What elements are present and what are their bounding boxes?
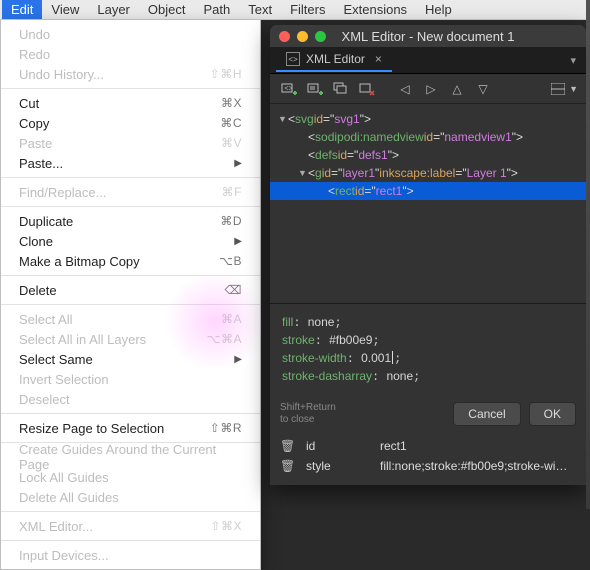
menu-separator (1, 304, 260, 305)
svg-text:<>: <> (285, 85, 293, 92)
xml-tab-icon: <> (286, 52, 300, 66)
right-toolbox-stripe (586, 0, 590, 509)
menu-item-paste: Paste⌘V (1, 133, 260, 153)
menu-item-paste[interactable]: Paste...▶ (1, 153, 260, 173)
menu-item-redo: Redo (1, 44, 260, 64)
menu-separator (1, 88, 260, 89)
menu-item-lock-all-guides: Lock All Guides (1, 467, 260, 487)
unindent-node-button[interactable]: ◁ (394, 79, 416, 99)
menu-item-delete[interactable]: Delete⌫ (1, 280, 260, 300)
menubar-item-path[interactable]: Path (194, 0, 239, 19)
new-text-node-button[interactable] (304, 79, 326, 99)
move-node-up-button[interactable]: △ (446, 79, 468, 99)
xml-toolbar: <> ◁ ▷ △ ▽ ▼ (270, 74, 586, 104)
menubar-item-text[interactable]: Text (239, 0, 281, 19)
style-editor[interactable]: fill: none; stroke: #fb00e9; stroke-widt… (270, 304, 586, 396)
menubar-item-help[interactable]: Help (416, 0, 461, 19)
xml-node-defs[interactable]: <defs id="defs1"> (270, 146, 586, 164)
indent-node-button[interactable]: ▷ (420, 79, 442, 99)
trash-icon[interactable]: 🗑 (280, 459, 292, 473)
xml-node-sodipodi-namedview[interactable]: <sodipodi:namedview id="namedview1"> (270, 128, 586, 146)
xml-tab[interactable]: <> XML Editor × (276, 48, 392, 72)
menu-separator (1, 413, 260, 414)
editor-hint: Shift+Returnto close (280, 402, 336, 426)
menu-item-cut[interactable]: Cut⌘X (1, 93, 260, 113)
menu-item-find-replace: Find/Replace...⌘F (1, 182, 260, 202)
window-title: XML Editor - New document 1 (270, 29, 586, 44)
xml-node-svg[interactable]: ▼<svg id="svg1"> (270, 110, 586, 128)
menu-item-deselect: Deselect (1, 389, 260, 409)
trash-icon[interactable]: 🗑 (280, 439, 292, 453)
menu-item-select-all-in-all-layers: Select All in All Layers⌥⌘A (1, 329, 260, 349)
xml-editor-window: XML Editor - New document 1 <> XML Edito… (270, 25, 586, 485)
menu-item-undo: Undo (1, 24, 260, 44)
menu-separator (1, 177, 260, 178)
menu-item-select-same[interactable]: Select Same▶ (1, 349, 260, 369)
menu-item-invert-selection: Invert Selection (1, 369, 260, 389)
menu-item-xml-editor: XML Editor...⇧⌘X (1, 516, 260, 536)
edit-menu: UndoRedoUndo History...⇧⌘HCut⌘XCopy⌘CPas… (0, 20, 261, 570)
menubar: EditViewLayerObjectPathTextFiltersExtens… (0, 0, 590, 20)
duplicate-node-button[interactable] (330, 79, 352, 99)
menu-item-create-guides-around-the-current-page: Create Guides Around the Current Page (1, 447, 260, 467)
menu-item-input-devices: Input Devices... (1, 545, 260, 565)
menu-item-make-a-bitmap-copy[interactable]: Make a Bitmap Copy⌥B (1, 251, 260, 271)
menu-item-undo-history: Undo History...⇧⌘H (1, 64, 260, 84)
layout-dropdown[interactable]: ▼ (551, 83, 578, 95)
new-element-node-button[interactable]: <> (278, 79, 300, 99)
menubar-item-extensions[interactable]: Extensions (334, 0, 416, 19)
menubar-item-object[interactable]: Object (139, 0, 195, 19)
menubar-item-layer[interactable]: Layer (88, 0, 139, 19)
menu-item-delete-all-guides: Delete All Guides (1, 487, 260, 507)
menubar-item-edit[interactable]: Edit (2, 0, 42, 19)
xml-tab-label: XML Editor (306, 52, 365, 66)
cancel-button[interactable]: Cancel (453, 402, 520, 426)
xml-tree[interactable]: ▼<svg id="svg1"><sodipodi:namedview id="… (270, 104, 586, 210)
xml-node-g[interactable]: ▼<g id="layer1" inkscape:label="Layer 1"… (270, 164, 586, 182)
menu-item-clone[interactable]: Clone▶ (1, 231, 260, 251)
style-panel: fill: none; stroke: #fb00e9; stroke-widt… (270, 303, 586, 485)
menu-item-select-all: Select All⌘A (1, 309, 260, 329)
tab-close-icon[interactable]: × (375, 52, 382, 66)
menu-item-copy[interactable]: Copy⌘C (1, 113, 260, 133)
menu-item-duplicate[interactable]: Duplicate⌘D (1, 211, 260, 231)
menu-item-resize-page-to-selection[interactable]: Resize Page to Selection⇧⌘R (1, 418, 260, 438)
menu-separator (1, 511, 260, 512)
attr-row-id[interactable]: 🗑idrect1 (270, 436, 586, 456)
move-node-down-button[interactable]: ▽ (472, 79, 494, 99)
menubar-item-filters[interactable]: Filters (281, 0, 334, 19)
xml-tabbar: <> XML Editor × ▾ (270, 47, 586, 74)
ok-button[interactable]: OK (529, 402, 576, 426)
delete-node-button[interactable] (356, 79, 378, 99)
xml-node-rect[interactable]: <rect id="rect1"> (270, 182, 586, 200)
tab-menu-chevron[interactable]: ▾ (570, 54, 576, 67)
menubar-item-view[interactable]: View (42, 0, 88, 19)
menu-separator (1, 206, 260, 207)
window-titlebar: XML Editor - New document 1 (270, 25, 586, 47)
attr-row-style[interactable]: 🗑stylefill:none;stroke:#fb00e9;stroke-wi… (270, 456, 586, 476)
attribute-list: 🗑idrect1🗑stylefill:none;stroke:#fb00e9;s… (270, 434, 586, 476)
menu-separator (1, 540, 260, 541)
menu-separator (1, 275, 260, 276)
